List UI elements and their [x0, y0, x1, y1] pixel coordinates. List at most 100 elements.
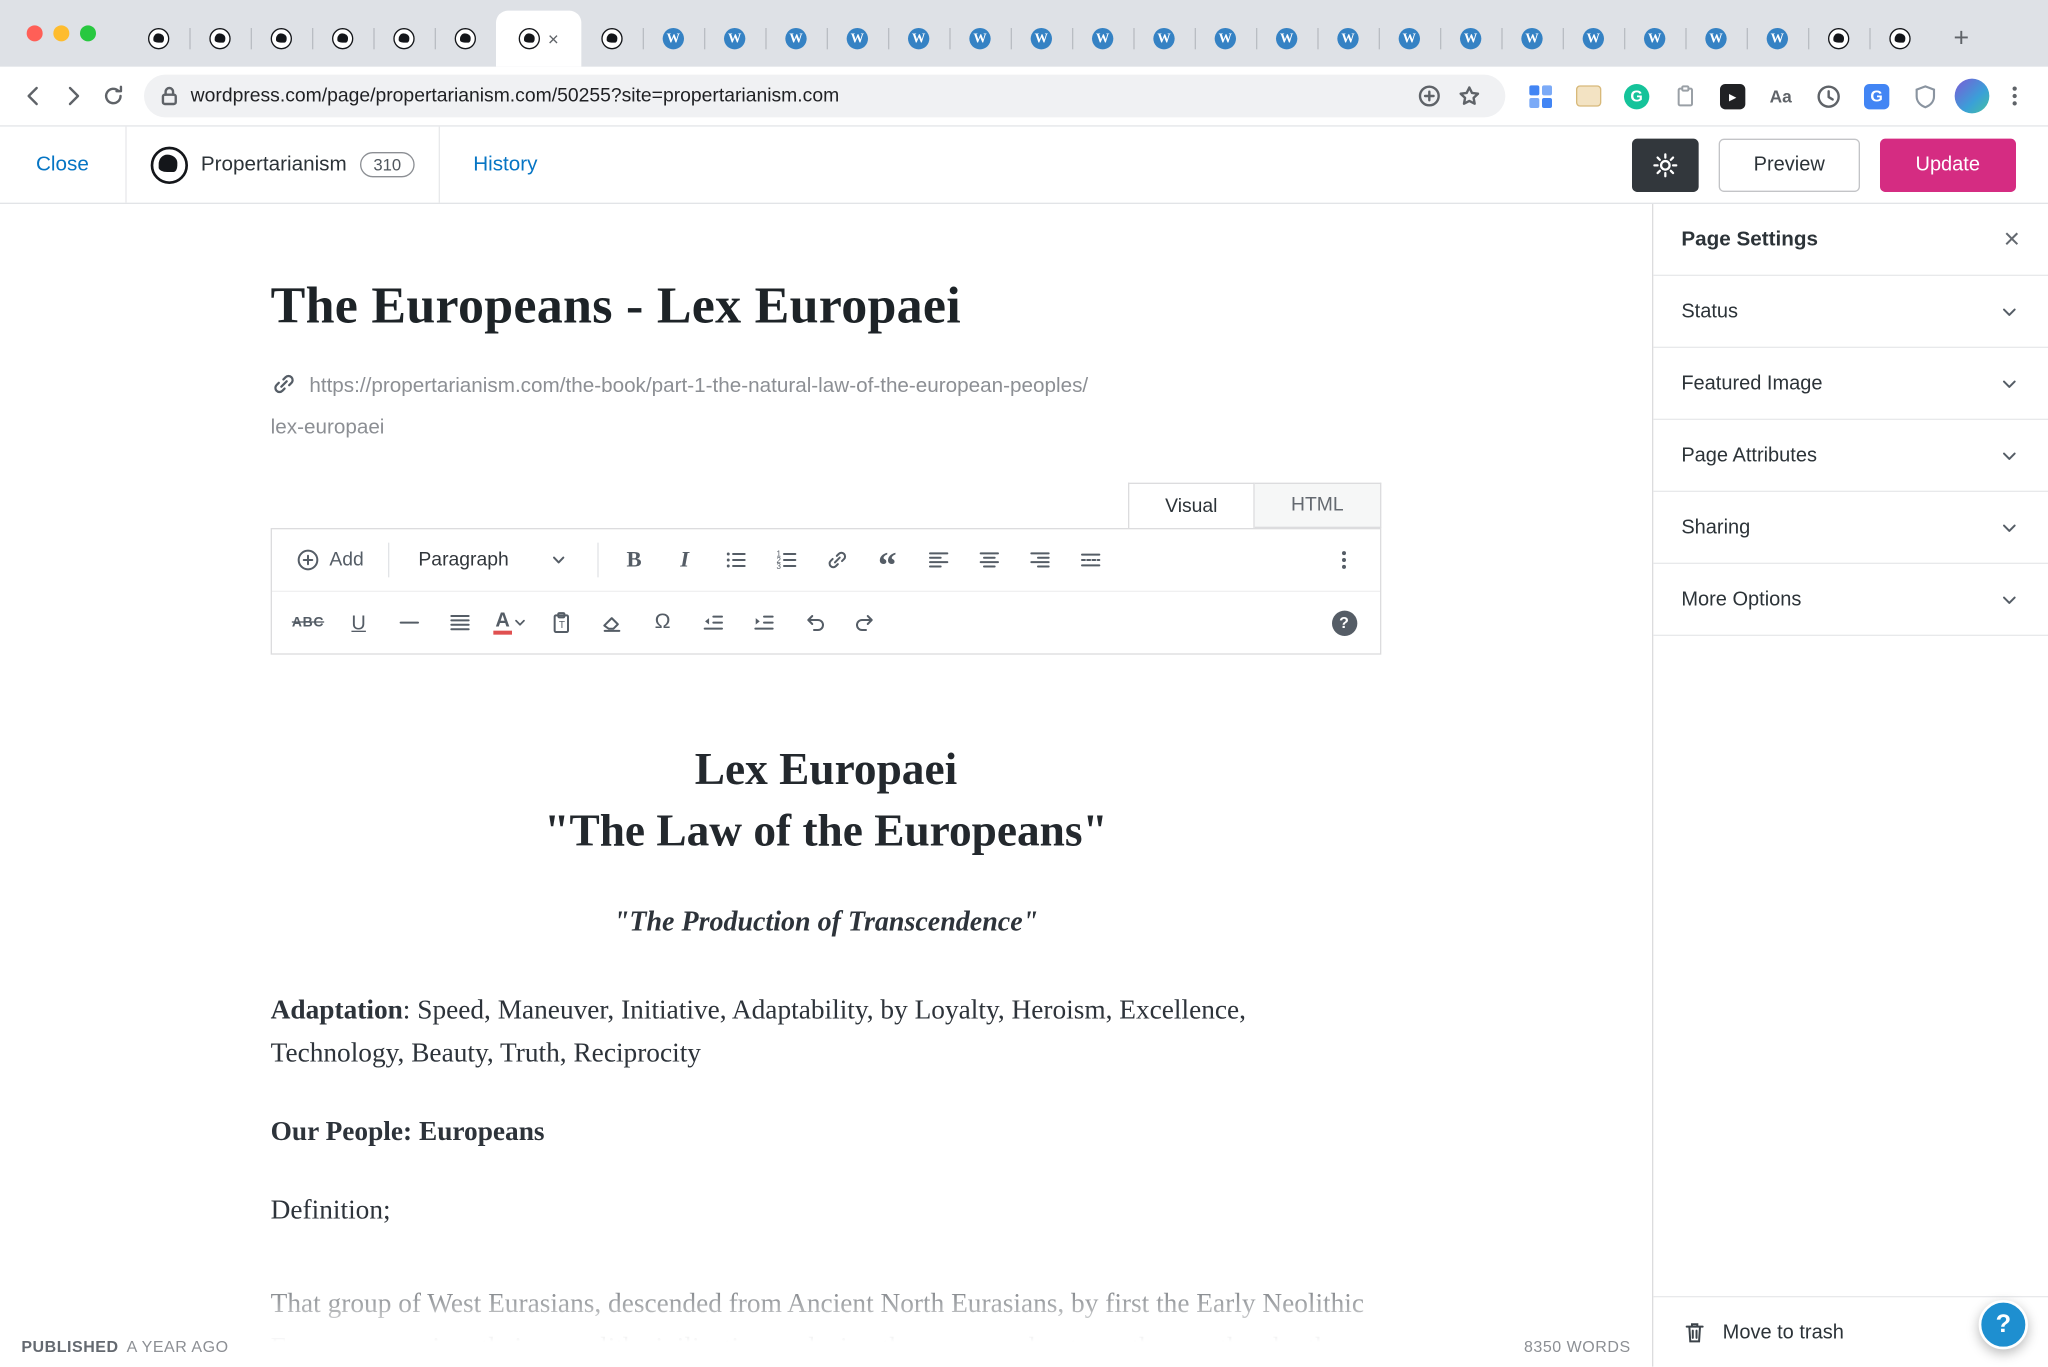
tab-propertarianism[interactable]	[128, 11, 189, 67]
clock-extension-icon[interactable]	[1815, 82, 1843, 110]
italic-button[interactable]: I	[659, 537, 710, 582]
site-switcher[interactable]: Propertarianism 310	[126, 127, 440, 203]
tab-propertarianism[interactable]	[189, 11, 250, 67]
sidebar-close-icon[interactable]: ×	[2004, 225, 2020, 253]
font-size-extension-icon[interactable]: Aa	[1767, 82, 1795, 110]
tab-wordpress[interactable]: W	[1133, 11, 1194, 67]
tab-wordpress[interactable]: W	[704, 11, 765, 67]
redo-button[interactable]	[840, 600, 891, 645]
address-bar[interactable]: wordpress.com/page/propertarianism.com/5…	[144, 75, 1505, 118]
keyboard-shortcuts-help-button[interactable]: ?	[1319, 600, 1370, 645]
sidebar-section-status[interactable]: Status	[1653, 276, 2048, 348]
horizontal-rule-button[interactable]	[384, 600, 435, 645]
tab-propertarianism[interactable]	[251, 11, 312, 67]
align-center-button[interactable]	[963, 537, 1014, 582]
tab-visual[interactable]: Visual	[1128, 483, 1255, 528]
grid-extension-icon[interactable]	[1527, 82, 1555, 110]
tab-propertarianism[interactable]	[435, 11, 496, 67]
sidebar-section-more-options[interactable]: More Options	[1653, 564, 2048, 636]
square-arrow-extension-icon[interactable]: ▸	[1719, 82, 1747, 110]
blockquote-button[interactable]: “	[862, 537, 913, 582]
tab-propertarianism[interactable]	[581, 11, 642, 67]
grammarly-icon[interactable]: G	[1623, 82, 1651, 110]
clipboard-extension-icon[interactable]	[1671, 82, 1699, 110]
tab-wordpress[interactable]: W	[765, 11, 826, 67]
back-button[interactable]	[13, 76, 53, 116]
sidebar-section-page-attributes[interactable]: Page Attributes	[1653, 420, 2048, 492]
strikethrough-button[interactable]: ABC	[283, 600, 334, 645]
zoom-window-button[interactable]	[80, 25, 96, 41]
browser-menu-icon[interactable]	[1995, 76, 2035, 116]
text-color-button[interactable]: A	[485, 600, 536, 645]
tab-html[interactable]: HTML	[1255, 483, 1382, 528]
content-paragraph[interactable]: Definition;	[271, 1190, 1382, 1233]
close-editor-button[interactable]: Close	[0, 127, 126, 203]
tab-wordpress[interactable]: W	[1563, 11, 1624, 67]
read-more-button[interactable]	[1065, 537, 1116, 582]
new-tab-button[interactable]: +	[1941, 19, 1981, 59]
tab-wordpress[interactable]: W	[888, 11, 949, 67]
content-heading[interactable]: Lex Europaei "The Law of the Europeans"	[271, 740, 1382, 862]
align-left-button[interactable]	[913, 537, 964, 582]
numbered-list-button[interactable]: 123	[761, 537, 812, 582]
help-button[interactable]: ?	[1979, 1300, 2028, 1349]
update-button[interactable]: Update	[1879, 138, 2015, 191]
translate-extension-icon[interactable]: G	[1863, 82, 1891, 110]
sidebar-section-featured-image[interactable]: Featured Image	[1653, 348, 2048, 420]
settings-gear-button[interactable]	[1632, 138, 1699, 191]
tab-wordpress[interactable]: W	[1011, 11, 1072, 67]
notes-extension-icon[interactable]	[1575, 82, 1603, 110]
tab-propertarianism[interactable]	[1869, 11, 1930, 67]
content-subheading[interactable]: "The Production of Transcendence"	[271, 905, 1382, 938]
paste-as-text-button[interactable]: T	[536, 600, 587, 645]
tab-wordpress[interactable]: W	[1440, 11, 1501, 67]
tab-wordpress[interactable]: W	[1747, 11, 1808, 67]
forward-button[interactable]	[53, 76, 93, 116]
tab-wordpress[interactable]: W	[1256, 11, 1317, 67]
reload-button[interactable]	[93, 76, 133, 116]
tab-propertarianism[interactable]	[373, 11, 434, 67]
tab-close-icon[interactable]: ×	[548, 29, 559, 48]
tab-wordpress[interactable]: W	[1317, 11, 1378, 67]
tab-propertarianism[interactable]	[1808, 11, 1869, 67]
undo-button[interactable]	[789, 600, 840, 645]
page-title-input[interactable]: The Europeans - Lex Europaei	[271, 276, 1382, 336]
close-window-button[interactable]	[27, 25, 43, 41]
indent-button[interactable]	[739, 600, 790, 645]
permalink[interactable]: https://propertarianism.com/the-book/par…	[271, 365, 1382, 448]
history-link[interactable]: History	[473, 153, 537, 177]
outdent-button[interactable]	[688, 600, 739, 645]
tab-wordpress[interactable]: W	[1379, 11, 1440, 67]
clear-formatting-button[interactable]	[587, 600, 638, 645]
shield-extension-icon[interactable]	[1911, 82, 1939, 110]
profile-avatar[interactable]	[1955, 79, 1990, 114]
bold-button[interactable]: B	[609, 537, 660, 582]
plus-circle-icon[interactable]	[1409, 76, 1449, 116]
url-text[interactable]: wordpress.com/page/propertarianism.com/5…	[191, 85, 1410, 106]
active-tab[interactable]: ×	[496, 11, 581, 67]
minimize-window-button[interactable]	[53, 25, 69, 41]
preview-button[interactable]: Preview	[1719, 138, 1859, 191]
insert-link-button[interactable]	[811, 537, 862, 582]
tab-wordpress[interactable]: W	[1685, 11, 1746, 67]
underline-button[interactable]: U	[333, 600, 384, 645]
tab-propertarianism[interactable]	[312, 11, 373, 67]
tab-wordpress[interactable]: W	[949, 11, 1010, 67]
bulleted-list-button[interactable]	[710, 537, 761, 582]
more-tools-button[interactable]	[1319, 537, 1370, 582]
content-paragraph[interactable]: Our People: Europeans	[271, 1111, 1382, 1154]
editor-canvas[interactable]: Lex Europaei "The Law of the Europeans" …	[271, 740, 1382, 1367]
add-media-button[interactable]: Add	[283, 537, 377, 582]
tab-wordpress[interactable]: W	[1072, 11, 1133, 67]
tab-wordpress[interactable]: W	[643, 11, 704, 67]
content-paragraph[interactable]: Adaptation: Speed, Maneuver, Initiative,…	[271, 989, 1382, 1075]
align-right-button[interactable]	[1014, 537, 1065, 582]
bookmark-star-icon[interactable]	[1449, 76, 1489, 116]
special-character-button[interactable]: Ω	[637, 600, 688, 645]
tab-wordpress[interactable]: W	[827, 11, 888, 67]
tab-wordpress[interactable]: W	[1195, 11, 1256, 67]
sidebar-section-sharing[interactable]: Sharing	[1653, 492, 2048, 564]
justify-button[interactable]	[435, 600, 486, 645]
paragraph-style-select[interactable]: Paragraph	[400, 537, 586, 582]
tab-wordpress[interactable]: W	[1501, 11, 1562, 67]
